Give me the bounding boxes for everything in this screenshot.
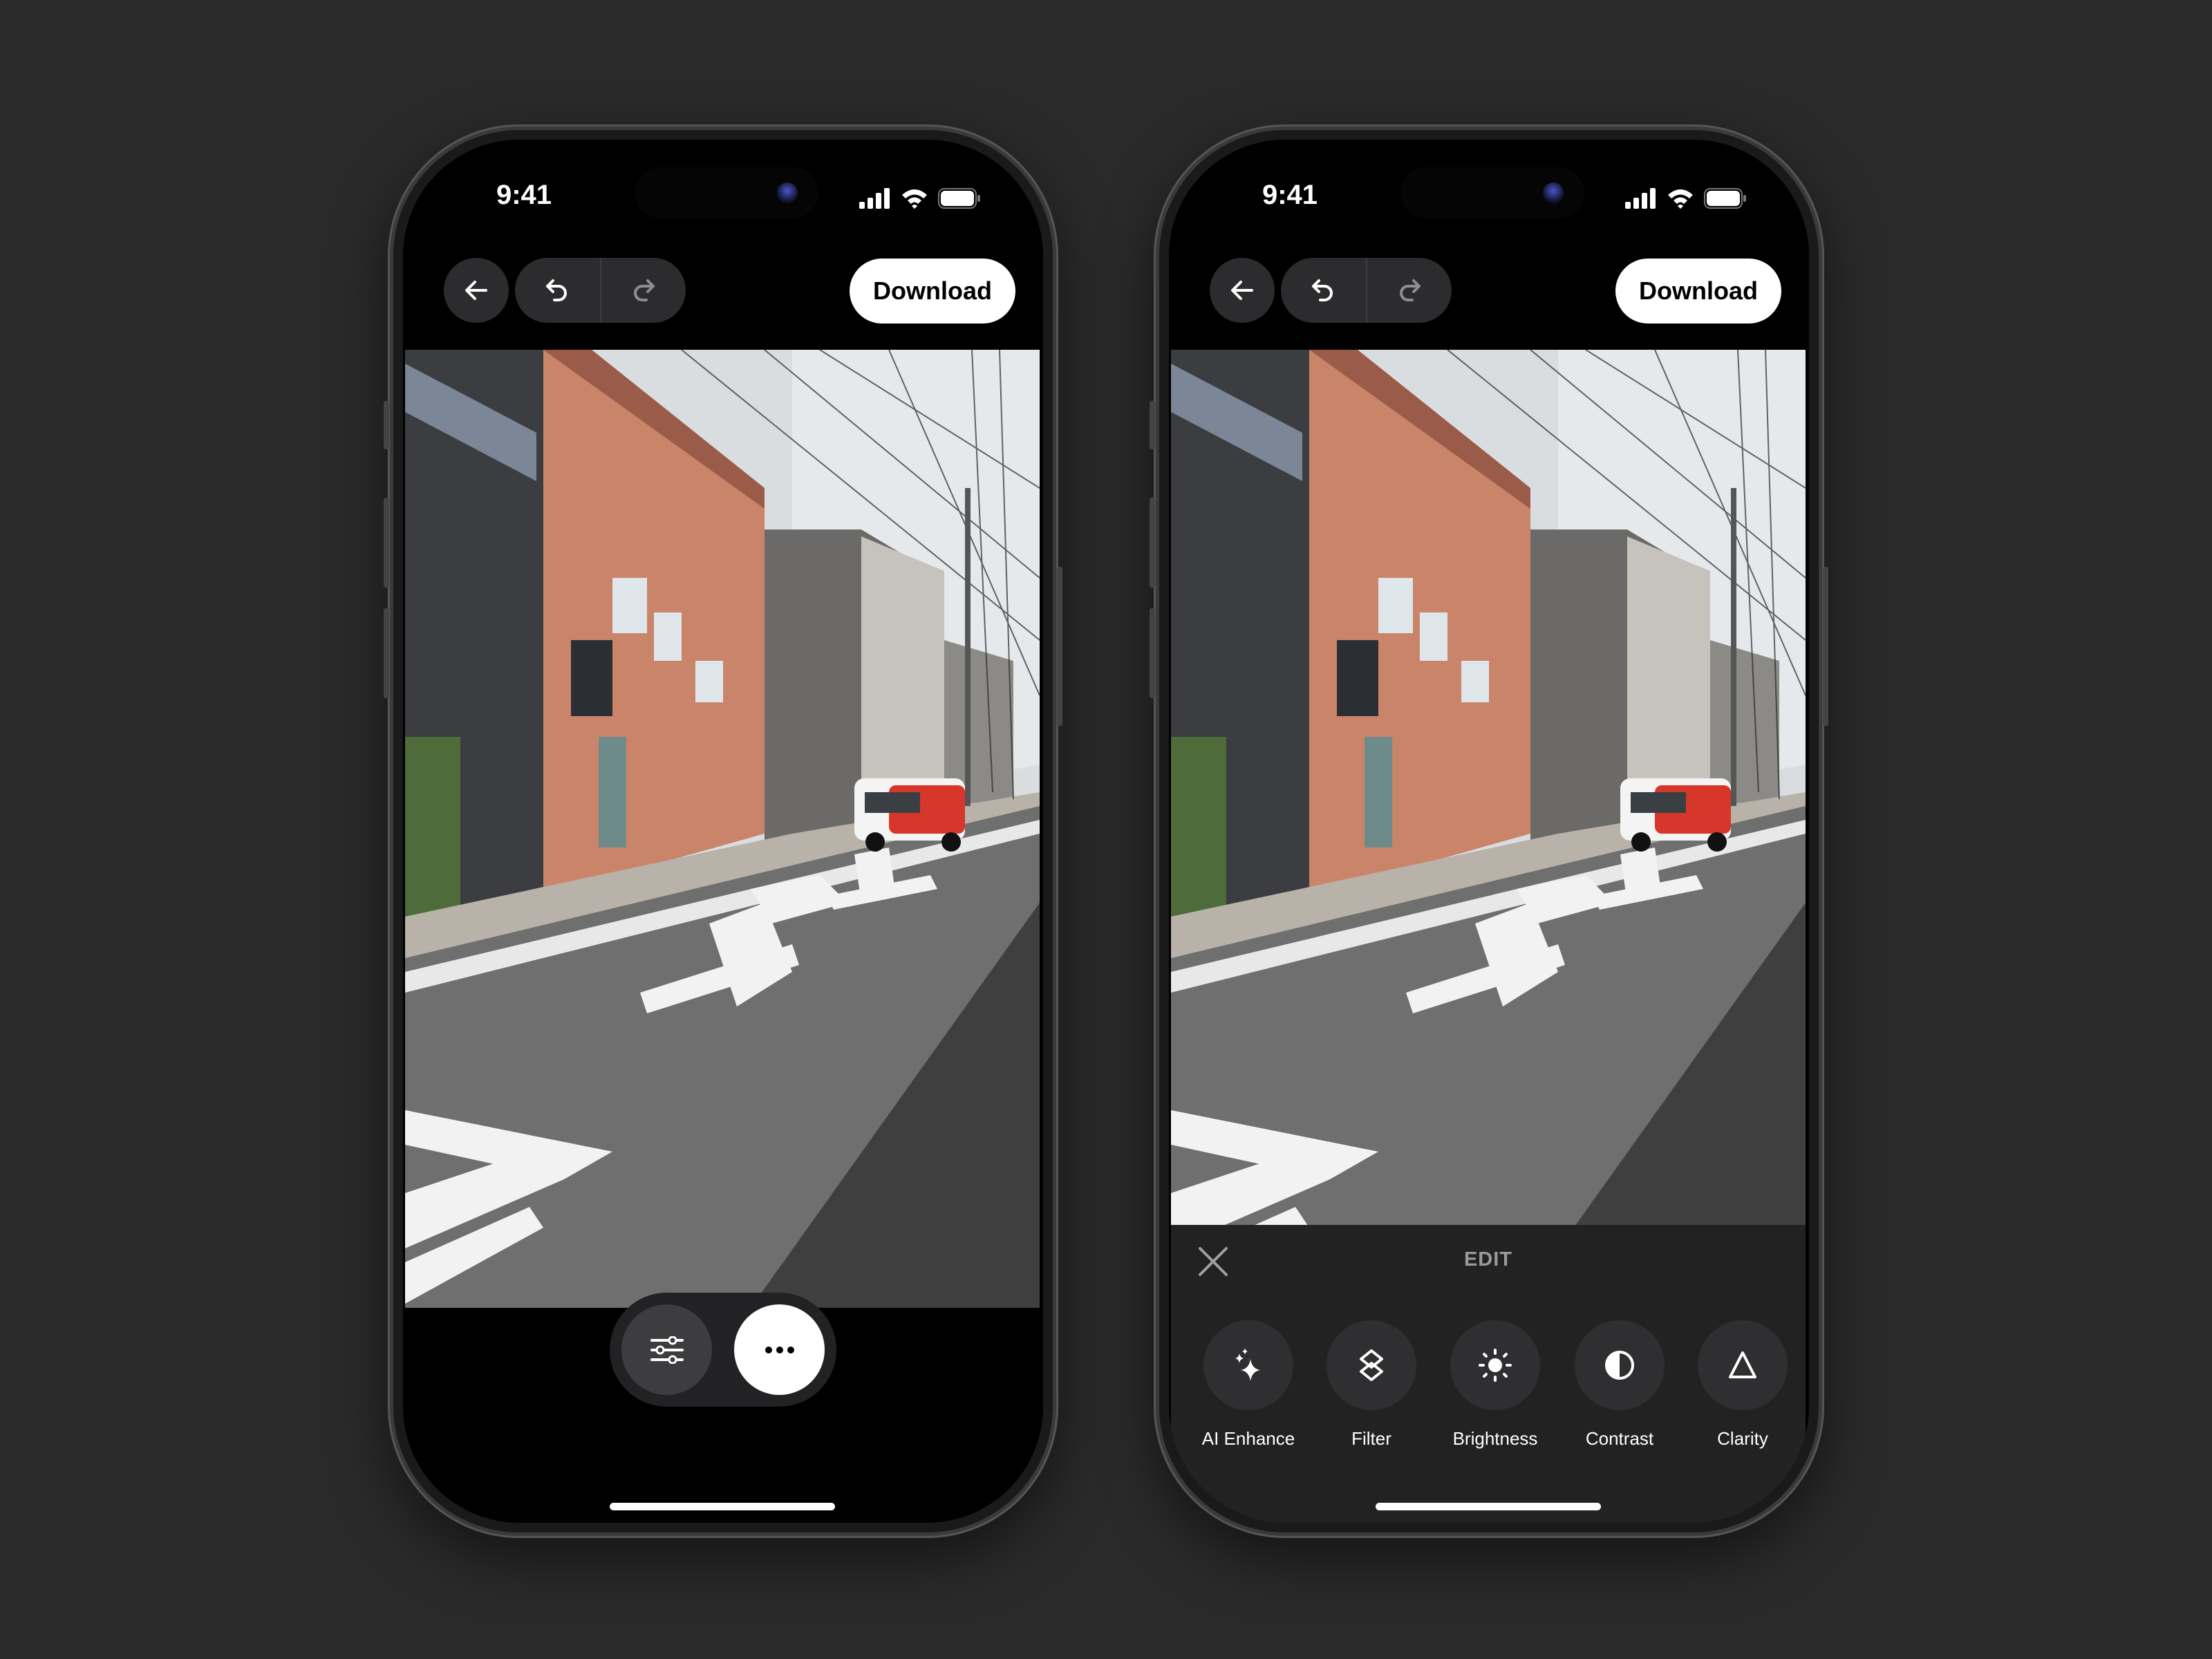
photo-canvas[interactable]: [1171, 350, 1806, 1225]
dynamic-island: [635, 167, 818, 218]
phone-edit-view: 9:41 Download EDIT AI Enhance Filter Bri…: [1150, 124, 1828, 1538]
undo-icon: [1312, 279, 1333, 301]
side-button: [384, 498, 389, 588]
battery-icon: [938, 188, 980, 209]
street-photo: [1171, 350, 1806, 1225]
dynamic-island: [1400, 167, 1584, 218]
redo-button[interactable]: [1365, 258, 1452, 323]
wifi-icon: [1668, 189, 1693, 209]
battery-icon: [1704, 188, 1746, 209]
tool-filter[interactable]: Filter: [1313, 1320, 1430, 1450]
tool-brightness[interactable]: Brightness: [1436, 1320, 1554, 1450]
side-button: [1150, 498, 1155, 588]
camera-icon: [777, 182, 798, 203]
tool-label: AI Enhance: [1201, 1428, 1295, 1449]
wifi-icon: [902, 189, 927, 209]
arrow-left-icon: [465, 281, 487, 300]
undo-button[interactable]: [515, 258, 600, 323]
redo-icon: [633, 279, 655, 301]
home-indicator[interactable]: [610, 1503, 835, 1510]
status-icons: [859, 187, 981, 210]
status-time: 9:41: [1262, 180, 1318, 210]
street-photo: [405, 350, 1040, 1308]
adjust-button[interactable]: [621, 1304, 712, 1395]
undo-icon: [546, 279, 568, 301]
phone-main-view: 9:41 Download: [384, 124, 1062, 1538]
side-button: [1823, 567, 1828, 726]
status-time: 9:41: [496, 180, 552, 210]
triangle-icon: [1729, 1351, 1756, 1378]
tool-label: Clarity: [1717, 1428, 1768, 1449]
screen: 9:41 Download EDIT AI Enhance Filter Bri…: [1169, 140, 1809, 1523]
undo-button[interactable]: [1281, 258, 1366, 323]
tool-contrast[interactable]: Contrast: [1561, 1320, 1678, 1450]
sparkles-icon: [1235, 1348, 1260, 1381]
side-button: [1150, 401, 1155, 449]
back-button[interactable]: [1210, 258, 1275, 323]
camera-icon: [1543, 182, 1564, 203]
side-button: [1150, 608, 1155, 698]
contrast-icon: [1605, 1351, 1634, 1380]
undo-redo-group: [515, 258, 686, 323]
undo-redo-group: [1281, 258, 1452, 323]
cellular-signal-icon: [859, 188, 890, 209]
back-button[interactable]: [444, 258, 509, 323]
cellular-signal-icon: [1625, 188, 1656, 209]
side-button: [1057, 567, 1062, 726]
side-button: [384, 608, 389, 698]
screen: 9:41 Download: [403, 140, 1043, 1523]
photo-canvas[interactable]: [405, 350, 1040, 1308]
layers-icon: [1360, 1349, 1383, 1381]
side-button: [384, 401, 389, 449]
download-button[interactable]: Download: [1615, 259, 1781, 324]
sun-icon: [1479, 1349, 1512, 1382]
tool-ai-enhance[interactable]: AI Enhance: [1190, 1320, 1307, 1450]
download-button[interactable]: Download: [850, 259, 1015, 324]
redo-icon: [1399, 279, 1421, 301]
edit-panel: EDIT AI Enhance Filter Brightness Contra…: [1171, 1225, 1806, 1523]
sliders-icon: [650, 1335, 684, 1364]
home-indicator[interactable]: [1376, 1503, 1601, 1510]
bottom-action-pill: [610, 1293, 836, 1407]
more-button[interactable]: [734, 1304, 825, 1395]
redo-button[interactable]: [599, 258, 686, 323]
tool-label: Filter: [1351, 1428, 1391, 1449]
tool-label: Brightness: [1452, 1428, 1538, 1449]
arrow-left-icon: [1231, 281, 1253, 300]
tool-label: Contrast: [1585, 1428, 1654, 1449]
tool-clarity[interactable]: Clarity: [1684, 1320, 1801, 1450]
ellipsis-icon: [765, 1346, 794, 1353]
edit-title: EDIT: [1463, 1248, 1513, 1271]
status-icons: [1625, 187, 1747, 210]
